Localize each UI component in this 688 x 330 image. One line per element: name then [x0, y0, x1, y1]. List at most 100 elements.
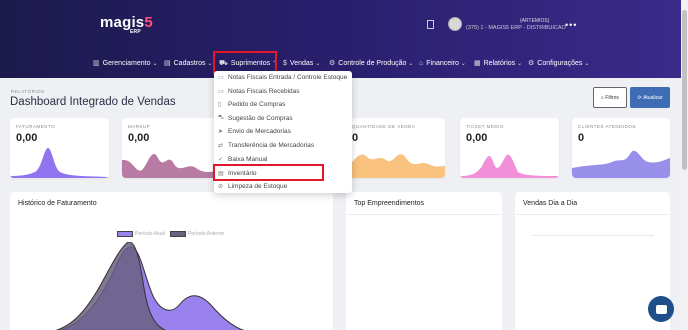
note-icon: ▭ — [218, 88, 224, 95]
card-faturamento: FATURAMENTO 0,00 — [10, 118, 109, 178]
legend-label: Período Anterior — [188, 231, 225, 237]
card-sparkline — [122, 153, 220, 178]
menu-item-sugestao-compras[interactable]: ⛍ Sugestão de Compras — [218, 112, 293, 124]
doc-icon: ▯ — [218, 101, 222, 108]
card-label: MARKUP — [128, 124, 151, 129]
card-sparkline — [346, 154, 445, 178]
user-name: (ARTEMIOS) — [520, 18, 550, 24]
nav-label: Financeiro — [426, 59, 459, 67]
note-icon: ▭ — [218, 74, 224, 81]
menu-item-pedido-compras[interactable]: ▯ Pedido de Compras — [218, 98, 285, 110]
panel-divider — [346, 214, 502, 215]
nav-gerenciamento[interactable]: ▥ Gerenciamento ⌄ — [93, 55, 158, 71]
card-clientes-atendidos: CLIENTES ATENDIDOS 0 — [572, 118, 670, 178]
card-value: 0 — [352, 132, 359, 144]
scrollbar-thumb[interactable] — [682, 10, 687, 170]
breadcrumb: RELATÓRIOS — [11, 89, 45, 94]
factory-icon: ⚙ — [329, 60, 336, 67]
card-ticket-medio: TICKET MÉDIO 0,00 — [460, 118, 559, 178]
card-sparkline — [572, 150, 670, 178]
nav-financeiro[interactable]: ⌂ Financeiro ⌄ — [419, 55, 466, 71]
chat-icon — [655, 304, 667, 314]
menu-label: Notas Fiscais Entrada / Controle Estoque — [228, 73, 348, 81]
nav-vendas[interactable]: $ Vendas ⌄ — [283, 55, 320, 71]
menu-item-limpeza-estoque[interactable]: ⊘ Limpeza de Estoque — [218, 180, 287, 192]
top-bar: magis5 ERP (ARTEMIOS) (375) 1 - MAGIS5 E… — [0, 0, 681, 78]
nav-label: Relatórios — [483, 59, 516, 67]
nav-label: Controle de Produção — [338, 59, 407, 67]
send-icon: ➤ — [218, 128, 224, 135]
filtros-button[interactable]: ⌕ Filtros — [593, 87, 627, 108]
page-scrollbar[interactable] — [681, 0, 688, 330]
chevron-down-icon: ⌄ — [517, 60, 523, 67]
menu-item-notas-fiscais-entrada[interactable]: ▭ Notas Fiscais Entrada / Controle Estoqu… — [218, 71, 347, 83]
clean-icon: ⊘ — [218, 183, 224, 190]
user-company: (375) 1 - MAGIS5 ERP - DISTRIBUICAO — [466, 25, 566, 31]
card-sparkline — [460, 154, 559, 178]
card-quantidade-venda: QUANTIDADE DE VENDA 0 — [346, 118, 445, 178]
page-title: Dashboard Integrado de Vendas — [10, 96, 176, 108]
nav-configuracoes[interactable]: ⚙ Configurações ⌄ — [528, 55, 589, 71]
report-icon: ▦ — [474, 60, 481, 67]
highlight-inventario — [213, 164, 324, 181]
panel-divider — [515, 214, 670, 215]
transfer-icon: ⇄ — [218, 142, 224, 149]
dollar-icon: $ — [283, 59, 287, 67]
chart-icon: ▥ — [93, 60, 100, 67]
filtros-label: Filtros — [605, 94, 619, 101]
chevron-down-icon: ⌄ — [207, 60, 213, 67]
bank-icon: ⌂ — [419, 59, 424, 67]
card-markup: MARKUP 0,00 — [122, 118, 220, 178]
menu-item-envio-mercadorias[interactable]: ➤ Envio de Mercadorias — [218, 125, 291, 137]
avatar[interactable] — [448, 17, 462, 31]
legend-swatch — [117, 231, 133, 237]
chevron-down-icon: ⌄ — [408, 60, 414, 67]
card-value: 0,00 — [466, 132, 488, 144]
brand-logo[interactable]: magis5 ERP — [100, 14, 153, 35]
menu-item-transferencia-mercadorias[interactable]: ⇄ Transferência de Mercadorias — [218, 139, 314, 151]
chat-button[interactable] — [648, 296, 674, 322]
nav-label: Configurações — [537, 59, 583, 67]
card-label: TICKET MÉDIO — [466, 124, 504, 129]
more-icon[interactable]: ••• — [565, 20, 577, 30]
legend-label: Período Atual — [135, 231, 166, 237]
atualizar-label: Atualizar — [643, 94, 663, 101]
chart-gridline — [531, 235, 654, 236]
nav-relatorios[interactable]: ▦ Relatórios ⌄ — [474, 55, 522, 71]
menu-label: Notas Fiscais Recebidas — [228, 87, 300, 95]
panel-top-empreendimentos: Top Empreendimentos — [346, 192, 502, 330]
atualizar-button[interactable]: ⟳ Atualizar — [630, 87, 670, 108]
card-label: CLIENTES ATENDIDOS — [578, 124, 636, 129]
menu-label: Transferência de Mercadorias — [228, 141, 315, 149]
panel-title: Histórico de Faturamento — [18, 200, 97, 207]
check-icon: ✓ — [218, 156, 224, 163]
menu-label: Envio de Mercadorias — [228, 127, 291, 135]
panel-vendas-dia-a-dia: Vendas Dia a Dia — [515, 192, 670, 330]
card-value: 0 — [578, 132, 585, 144]
chevron-down-icon: ⌄ — [152, 60, 158, 67]
chart-legend: Período Atual Período Anterior — [117, 231, 224, 237]
menu-item-notas-fiscais-recebidas[interactable]: ▭ Notas Fiscais Recebidas — [218, 85, 300, 97]
menu-label: Pedido de Compras — [228, 100, 286, 108]
nav-label: Vendas — [289, 59, 314, 67]
chevron-down-icon: ⌄ — [315, 60, 321, 67]
list-icon: ▤ — [164, 60, 171, 67]
card-label: QUANTIDADE DE VENDA — [352, 124, 416, 129]
brand-suffix: ERP — [130, 29, 141, 35]
card-value: 0,00 — [128, 132, 150, 144]
panel-title: Top Empreendimentos — [354, 200, 425, 207]
nav-label: Gerenciamento — [102, 59, 151, 67]
chevron-down-icon: ⌄ — [460, 60, 466, 67]
menu-label: Sugestão de Compras — [228, 114, 293, 122]
building-icon[interactable] — [427, 20, 434, 29]
faturamento-area-chart — [55, 242, 245, 330]
panel-historico-faturamento: Histórico de Faturamento — [10, 192, 333, 330]
panel-title: Vendas Dia a Dia — [523, 200, 578, 207]
menu-label: Baixa Manual — [228, 155, 268, 163]
brand-number: 5 — [144, 14, 153, 31]
card-value: 0,00 — [16, 132, 38, 144]
card-label: FATURAMENTO — [16, 124, 56, 129]
nav-cadastros[interactable]: ▤ Cadastros ⌄ — [164, 55, 213, 71]
chevron-down-icon: ⌄ — [584, 60, 590, 67]
nav-controle-producao[interactable]: ⚙ Controle de Produção ⌄ — [329, 55, 413, 71]
